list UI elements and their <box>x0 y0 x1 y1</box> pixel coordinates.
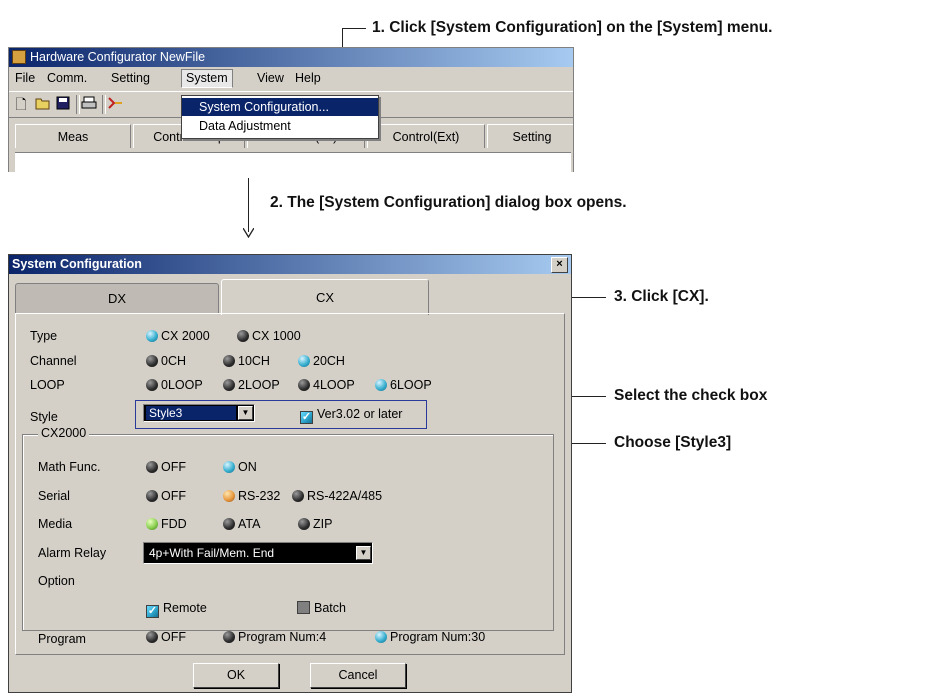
math-label: Math Func. <box>38 460 101 474</box>
down-arrow-icon <box>243 228 254 238</box>
radio-rs422[interactable]: RS-422A/485 <box>292 488 382 504</box>
radio-icon <box>223 355 235 367</box>
save-icon[interactable] <box>55 96 71 112</box>
app-titlebar: Hardware Configurator NewFile <box>9 48 573 67</box>
checkbox-icon <box>297 601 310 614</box>
radio-2loop[interactable]: 2LOOP <box>223 377 280 393</box>
radio-serial-off[interactable]: OFF <box>146 488 186 504</box>
app-title: Hardware Configurator NewFile <box>30 50 206 64</box>
menu-item-data-adjustment[interactable]: Data Adjustment <box>182 117 378 135</box>
menu-system[interactable]: System <box>181 69 233 88</box>
remote-checkbox[interactable]: Remote <box>146 600 207 618</box>
radio-20ch[interactable]: 20CH <box>298 353 345 369</box>
tab-control-ext[interactable]: Control(Ext) <box>367 124 485 148</box>
step-arrow-line <box>248 178 249 232</box>
radio-selected-icon <box>223 461 235 473</box>
toolbar-separator <box>102 95 106 114</box>
new-icon[interactable]: 🗋 <box>13 96 29 112</box>
type-label: Type <box>30 329 58 343</box>
cx2000-group-label: CX2000 <box>38 426 90 440</box>
checkbox-checked-icon <box>146 605 159 618</box>
radio-math-off[interactable]: OFF <box>146 459 186 475</box>
open-icon[interactable] <box>35 96 51 112</box>
channel-label: Channel <box>30 354 77 368</box>
radio-0loop[interactable]: 0LOOP <box>146 377 203 393</box>
style-label: Style <box>30 410 58 424</box>
dialog-title: System Configuration <box>12 257 142 271</box>
app-icon <box>12 50 26 64</box>
radio-icon <box>223 518 235 530</box>
radio-icon <box>146 379 158 391</box>
program-label: Program <box>38 632 86 646</box>
radio-rs232[interactable]: RS-232 <box>223 488 280 504</box>
radio-6loop[interactable]: 6LOOP <box>375 377 432 393</box>
loop-label: LOOP <box>30 378 65 392</box>
radio-cx1000[interactable]: CX 1000 <box>237 328 301 344</box>
radio-icon <box>223 379 235 391</box>
radio-zip[interactable]: ZIP <box>298 516 332 532</box>
system-menu-dropdown: System Configuration... Data Adjustment <box>181 95 379 139</box>
radio-fdd[interactable]: FDD <box>146 516 187 532</box>
callout-step1: 1. Click [System Configuration] on the [… <box>372 19 773 36</box>
chevron-down-icon[interactable]: ▼ <box>356 546 371 560</box>
menu-help[interactable]: Help <box>291 70 325 87</box>
radio-cx2000[interactable]: CX 2000 <box>146 328 210 344</box>
radio-icon <box>298 379 310 391</box>
radio-program-4[interactable]: Program Num:4 <box>223 629 326 645</box>
radio-icon <box>223 631 235 643</box>
radio-selected-icon <box>146 518 158 530</box>
data-grid <box>15 152 571 172</box>
tab-cx[interactable]: CX <box>221 279 429 315</box>
menu-file[interactable]: File <box>11 70 39 87</box>
batch-checkbox[interactable]: Batch <box>297 600 346 616</box>
radio-selected-icon <box>375 631 387 643</box>
radio-selected-icon <box>298 355 310 367</box>
radio-icon <box>146 355 158 367</box>
radio-10ch[interactable]: 10CH <box>223 353 270 369</box>
callout-choose-style: Choose [Style3] <box>614 434 732 451</box>
radio-icon <box>237 330 249 342</box>
menu-setting[interactable]: Setting <box>107 70 154 87</box>
cx2000-group <box>22 434 554 631</box>
callout-line <box>342 28 366 29</box>
transfer-icon[interactable] <box>107 96 123 112</box>
radio-program-30[interactable]: Program Num:30 <box>375 629 485 645</box>
radio-ata[interactable]: ATA <box>223 516 260 532</box>
radio-selected-icon <box>146 330 158 342</box>
radio-icon <box>292 490 304 502</box>
tab-dx[interactable]: DX <box>15 283 219 313</box>
print-icon[interactable] <box>81 96 97 112</box>
radio-selected-icon <box>223 490 235 502</box>
dialog-titlebar: System Configuration × <box>9 255 571 274</box>
close-button[interactable]: × <box>551 257 568 273</box>
toolbar-separator <box>76 95 80 114</box>
radio-program-off[interactable]: OFF <box>146 629 186 645</box>
radio-selected-icon <box>375 379 387 391</box>
media-label: Media <box>38 517 73 531</box>
callout-step2: 2. The [System Configuration] dialog box… <box>270 194 627 211</box>
radio-math-on[interactable]: ON <box>223 459 257 475</box>
menu-view[interactable]: View <box>253 70 288 87</box>
callout-select-check: Select the check box <box>614 387 768 404</box>
radio-4loop[interactable]: 4LOOP <box>298 377 355 393</box>
alarm-relay-label: Alarm Relay <box>38 546 107 560</box>
radio-icon <box>146 631 158 643</box>
highlight-box <box>135 400 427 429</box>
menu-comm[interactable]: Comm. <box>43 70 91 87</box>
cancel-button[interactable]: Cancel <box>310 663 406 688</box>
alarm-relay-value: 4p+With Fail/Mem. End <box>149 546 275 560</box>
radio-icon <box>146 461 158 473</box>
radio-icon <box>146 490 158 502</box>
option-label: Option <box>38 574 75 588</box>
radio-icon <box>298 518 310 530</box>
tab-setting[interactable]: Setting <box>487 124 573 148</box>
menu-bar: File Comm. Setting System View Help <box>9 68 573 89</box>
ok-button[interactable]: OK <box>193 663 279 688</box>
serial-label: Serial <box>38 489 70 503</box>
radio-0ch[interactable]: 0CH <box>146 353 186 369</box>
callout-step3: 3. Click [CX]. <box>614 288 709 305</box>
tab-meas[interactable]: Meas <box>15 124 131 148</box>
alarm-relay-select[interactable]: 4p+With Fail/Mem. End ▼ <box>143 542 373 564</box>
menu-item-system-configuration[interactable]: System Configuration... <box>182 98 378 116</box>
